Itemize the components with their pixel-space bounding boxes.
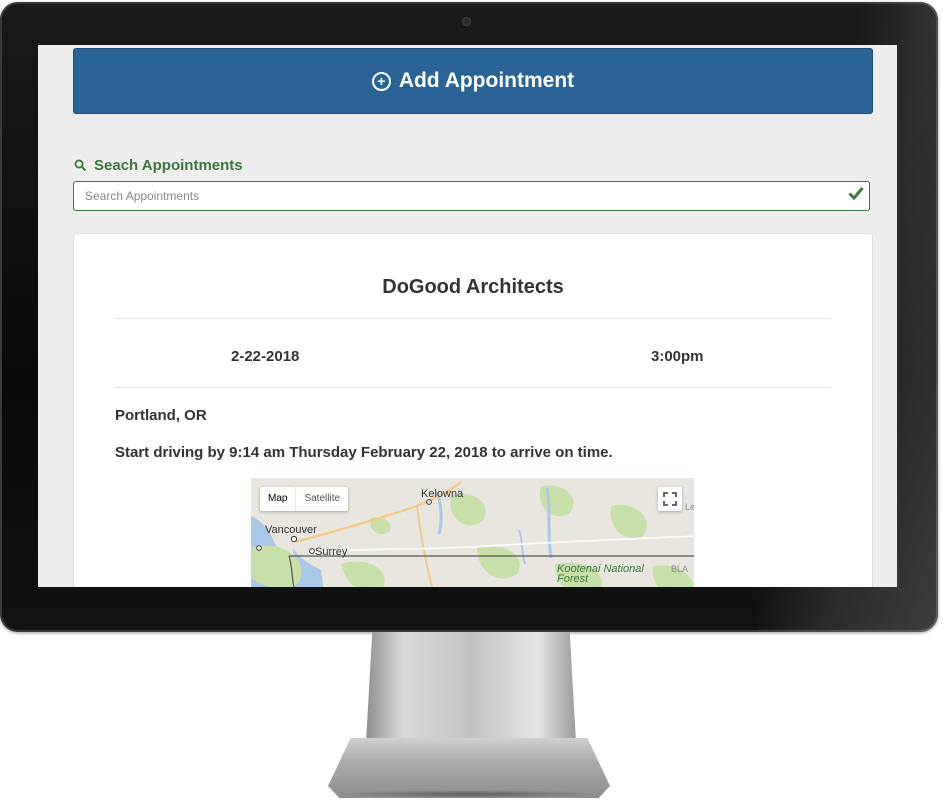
add-appointment-button[interactable]: + Add Appointment bbox=[73, 48, 873, 114]
divider bbox=[115, 318, 831, 319]
map-place-vancouver: Vancouver bbox=[265, 524, 317, 536]
map-view[interactable]: Map Satellite Kelowna Vancouver Surrey K… bbox=[251, 478, 694, 587]
appointment-time: 3:00pm bbox=[651, 348, 704, 365]
appointment-title: DoGood Architects bbox=[382, 276, 564, 298]
map-place-edge: BLA bbox=[671, 564, 689, 574]
check-icon bbox=[848, 187, 864, 200]
map-place-surrey: Surrey bbox=[315, 546, 348, 558]
appointment-card: DoGood Architects 2-22-2018 3:00pm Portl… bbox=[73, 233, 873, 587]
map-place-kelowna: Kelowna bbox=[421, 488, 464, 500]
search-icon bbox=[74, 159, 87, 172]
stand-shadow bbox=[338, 790, 600, 798]
camera-icon bbox=[463, 18, 470, 25]
monitor-frame: + Add Appointment Seach Appointments DoG… bbox=[0, 2, 938, 632]
drive-notice: Start driving by 9:14 am Thursday Februa… bbox=[115, 444, 613, 461]
appointment-date: 2-22-2018 bbox=[231, 348, 300, 365]
map-place-kootenai: Kootenai National Forest bbox=[557, 563, 644, 585]
divider bbox=[115, 387, 831, 388]
add-appointment-label: Add Appointment bbox=[398, 69, 575, 92]
fullscreen-button[interactable] bbox=[658, 487, 682, 511]
map-place-edge: Le bbox=[685, 502, 694, 512]
fullscreen-icon bbox=[663, 492, 677, 506]
app-screen: + Add Appointment Seach Appointments DoG… bbox=[38, 45, 897, 587]
monitor-stand-base bbox=[328, 738, 610, 798]
search-label-text: Seach Appointments bbox=[94, 157, 243, 174]
map-toggle-satellite[interactable]: Satellite bbox=[295, 487, 348, 511]
search-input[interactable] bbox=[73, 181, 870, 211]
plus-circle-icon: + bbox=[371, 71, 391, 91]
appointment-location: Portland, OR bbox=[115, 407, 207, 424]
search-label: Seach Appointments bbox=[74, 157, 243, 174]
monitor-stand-neck bbox=[366, 632, 576, 742]
map-toggle-map[interactable]: Map bbox=[260, 487, 295, 511]
map-type-toggle: Map Satellite bbox=[260, 487, 349, 511]
